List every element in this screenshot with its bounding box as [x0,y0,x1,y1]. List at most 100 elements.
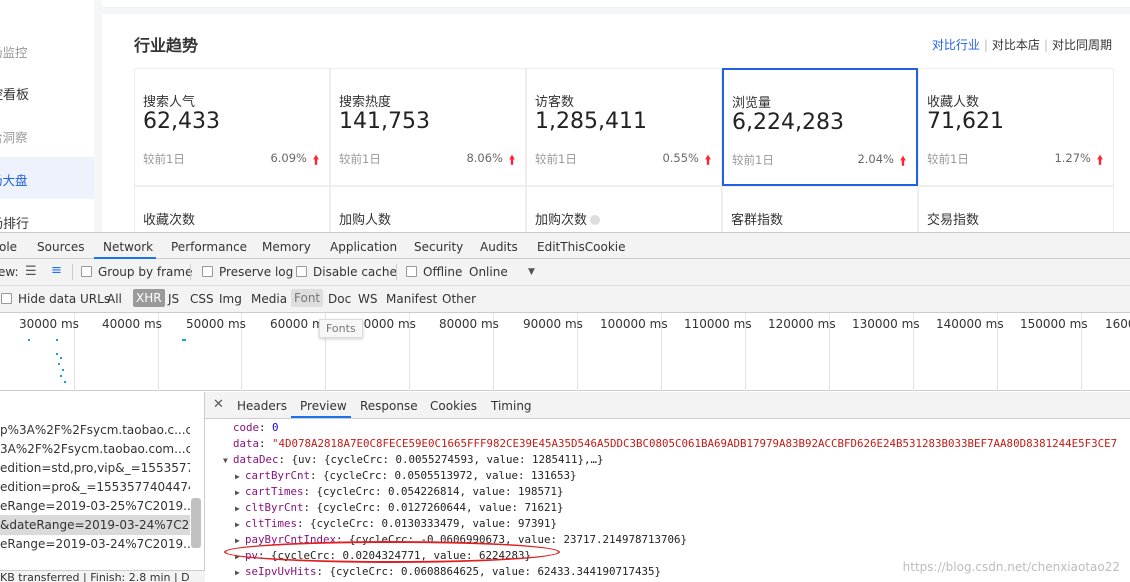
tab-headers[interactable]: Headers [237,399,287,413]
info-dot-icon[interactable] [590,215,601,225]
metric-trade-index[interactable]: 交易指数 [918,186,1114,236]
tab-preview[interactable]: Preview [300,399,347,413]
tab-response[interactable]: Response [360,399,418,413]
timeline-tick-label: 80000 ms [439,317,499,331]
tab-performance[interactable]: Performance [171,240,247,254]
dropdown-arrow-icon[interactable]: ▼ [528,267,535,277]
json-line-entry[interactable]: ▶ cartByrCnt: {cycleCrc: 0.0505513972, va… [235,469,577,482]
hide-data-urls-label: Hide data URLs [18,292,111,306]
json-line-data: data: "4D078A2818A7E0C8FECE59E0C1665FFF9… [233,437,1118,450]
metric-label: 搜索热度 [339,95,392,110]
timeline-tick-label: 70000 ms [356,317,416,331]
sidebar-item-market-overview[interactable]: 场大盘 [0,170,28,189]
tab-memory[interactable]: Memory [262,240,311,254]
tab-editthiscookie[interactable]: EditThisCookie [537,240,626,254]
metric-favorite-users[interactable]: 收藏人数 71,621 较前1日 1.27% 🠙 [918,68,1114,186]
offline-checkbox[interactable] [406,266,417,277]
tab-audits[interactable]: Audits [480,240,518,254]
collapsed-triangle-icon[interactable]: ▶ [235,568,245,577]
json-key: code [233,421,260,434]
json-line-datadec[interactable]: ▼ dataDec: {uv: {cycleCrc: 0.0055274593, … [223,453,604,466]
metric-search-popularity[interactable]: 搜索人气 62,433 较前1日 6.09% 🠙 [134,68,330,186]
metric-cart-users[interactable]: 加购人数 [330,186,526,236]
close-icon[interactable]: ✕ [213,397,224,412]
sidebar-item-insight[interactable]: 给洞察 [0,127,28,146]
collapsed-triangle-icon[interactable]: ▶ [235,536,245,545]
collapsed-triangle-icon[interactable]: ▶ [235,472,245,481]
request-row[interactable]: eRange=2019-03-24%7C2019...e=0 [0,534,190,554]
json-line-entry[interactable]: ▶ seIpvUvHits: {cycleCrc: 0.0608864625, v… [235,565,661,578]
metric-visitors[interactable]: 访客数 1,285,411 较前1日 0.55% 🠙 [526,68,722,186]
waterfall-view-icon[interactable]: ≡ [51,263,62,278]
filter-doc[interactable]: Doc [328,292,351,306]
tab-timing[interactable]: Timing [491,399,532,413]
request-row[interactable]: 3A%2F%2Fsycm.taobao.com...c%2F [0,439,190,459]
filter-tooltip: Fonts [319,319,363,338]
request-list-scrollbar[interactable] [191,498,201,548]
json-key: cltByrCnt [245,501,304,514]
timeline-dot [60,357,62,359]
filter-xhr[interactable]: XHR [133,289,165,307]
metric-search-heat[interactable]: 搜索热度 141,753 较前1日 8.06% 🠙 [330,68,526,186]
collapsed-triangle-icon[interactable]: ▶ [235,504,245,513]
compare-period-link[interactable]: 对比同周期 [1052,38,1112,52]
request-row[interactable]: eRange=2019-03-25%7C2019...e=0 [0,496,190,516]
json-line-entry[interactable]: ▶ cartTimes: {cycleCrc: 0.054226814, valu… [235,485,564,498]
metric-label: 搜索人气 [143,95,196,110]
disable-cache-checkbox[interactable] [296,266,307,277]
view-label: ew: [0,265,19,279]
timeline-dot [60,375,62,377]
expanded-triangle-icon[interactable]: ▼ [223,456,233,465]
collapsed-triangle-icon[interactable]: ▶ [235,488,245,497]
json-line-entry[interactable]: ▶ cltTimes: {cycleCrc: 0.0130333479, valu… [235,517,557,530]
filter-all[interactable]: All [107,292,122,306]
sidebar: 场监控 控看板 给洞察 场大盘 场排行 [0,0,94,232]
compare-store-link[interactable]: 对比本店 [992,38,1040,52]
hide-data-urls-checkbox[interactable] [1,293,12,304]
sidebar-item-market-ranking[interactable]: 场排行 [0,213,29,232]
json-line-entry[interactable]: ▶ cltByrCnt: {cycleCrc: 0.0127260644, val… [235,501,564,514]
tab-application[interactable]: Application [330,240,397,254]
filter-media[interactable]: Media [251,292,287,306]
filter-other[interactable]: Other [442,292,476,306]
preserve-log-checkbox[interactable] [202,266,213,277]
json-value: {cycleCrc: 0.054226814, value: 198571} [316,485,564,498]
request-row-selected[interactable]: &dateRange=2019-03-24%7C2019...e=0 [0,515,190,535]
tab-network[interactable]: Network [103,240,153,254]
sidebar-item-dashboard[interactable]: 控看板 [0,84,29,103]
metric-cart-times[interactable]: 加购次数 [526,186,722,236]
tab-console[interactable]: ole [0,240,17,254]
metric-value: 1,285,411 [535,109,647,134]
metric-pageviews[interactable]: 浏览量 6,224,283 较前1日 2.04% 🠙 [722,68,918,186]
filter-font[interactable]: Font [291,289,324,307]
list-view-icon[interactable]: ☰ [25,264,37,279]
collapsed-triangle-icon[interactable]: ▶ [235,520,245,529]
metric-compare: 较前1日 [143,152,185,166]
group-by-frame-checkbox[interactable] [81,266,92,277]
json-key: seIpvUvHits [245,565,317,578]
tab-security[interactable]: Security [414,240,463,254]
request-row[interactable]: edition=pro&_=1553577404474&t [0,477,190,497]
metric-pct: 0.55% [662,151,699,165]
sidebar-item-monitor[interactable]: 场监控 [0,42,28,61]
filter-manifest[interactable]: Manifest [386,292,437,306]
status-footer: KB transferred | Finish: 2.8 min | D [0,570,205,582]
filter-img[interactable]: Img [219,292,242,306]
network-timeline[interactable]: 30000 ms 40000 ms 50000 ms 60000 ms 7000… [0,313,1130,391]
metric-value: 71,621 [927,109,1004,134]
compare-industry-link[interactable]: 对比行业 [932,38,980,52]
tab-cookies[interactable]: Cookies [430,399,477,413]
request-row[interactable]: p%3A%2F%2Fsycm.taobao.c...c%2F [0,420,190,440]
metric-favorite-times[interactable]: 收藏次数 [134,186,330,236]
timeline-dot [56,339,58,341]
json-line-code: code: 0 [233,421,279,434]
filter-ws[interactable]: WS [358,292,377,306]
json-value: "4D078A2818A7E0C8FECE59E0C1665FFF982CE39… [272,437,1118,450]
network-toolbar: ew: ☰ ≡ Group by frame Preserve log Disa… [0,259,1130,286]
request-row[interactable]: edition=std,pro,vip&_=1553577404 [0,458,190,478]
metric-customer-index[interactable]: 客群指数 [722,186,918,236]
filter-css[interactable]: CSS [190,292,214,306]
tab-sources[interactable]: Sources [37,240,84,254]
throttle-select[interactable]: Online [469,265,508,279]
filter-js[interactable]: JS [168,292,179,306]
